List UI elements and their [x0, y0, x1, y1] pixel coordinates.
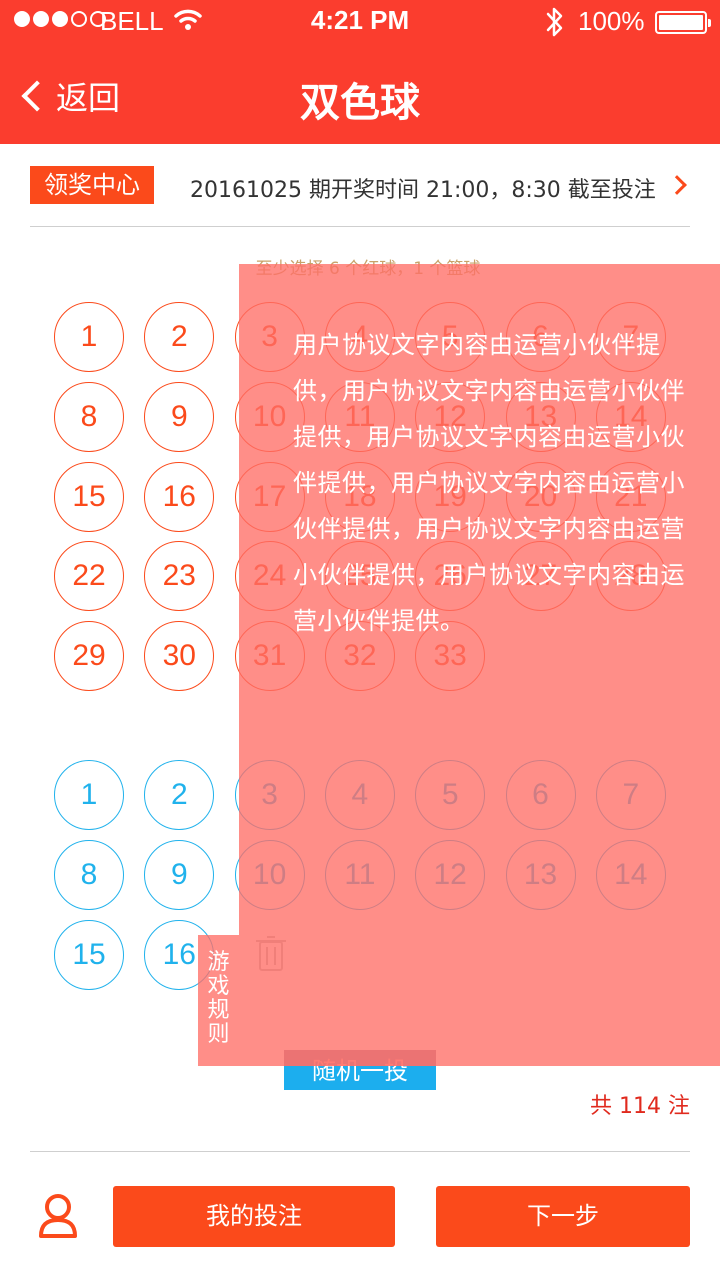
- rules-char: 戏: [207, 974, 230, 999]
- draw-info-text[interactable]: 20161025 期开奖时间 21:00，8:30 截至投注: [190, 172, 656, 204]
- red-ball[interactable]: 8: [54, 381, 124, 452]
- red-ball[interactable]: 30: [144, 621, 215, 691]
- status-bar: BELL 4:21 PM 100%: [0, 0, 720, 44]
- battery-percent: 100%: [578, 6, 645, 36]
- footer-divider: [30, 1151, 690, 1152]
- red-ball[interactable]: 22: [54, 541, 124, 612]
- red-ball[interactable]: 29: [54, 621, 124, 691]
- next-step-button[interactable]: 下一步: [436, 1186, 690, 1247]
- overlay-edge: [284, 1050, 436, 1066]
- blue-ball[interactable]: 2: [144, 760, 215, 830]
- red-ball[interactable]: 1: [54, 302, 124, 372]
- chevron-right-icon[interactable]: [667, 175, 687, 195]
- agreement-overlay[interactable]: 用户协议文字内容由运营小伙伴提供，用户协议文字内容由运营小伙伴提供，用户协议文字…: [239, 264, 720, 1066]
- my-bets-button[interactable]: 我的投注: [113, 1186, 395, 1247]
- blue-ball[interactable]: 9: [144, 839, 215, 910]
- page-title: 双色球: [300, 80, 420, 126]
- blue-ball[interactable]: 1: [54, 760, 124, 830]
- blue-ball[interactable]: 8: [54, 839, 124, 910]
- red-ball[interactable]: 15: [54, 461, 124, 532]
- blue-ball[interactable]: 15: [54, 919, 124, 990]
- agreement-text: 用户协议文字内容由运营小伙伴提供，用户协议文字内容由运营小伙伴提供，用户协议文字…: [293, 331, 685, 635]
- bet-count: 共 114 注: [590, 1094, 690, 1119]
- user-icon[interactable]: [38, 1194, 78, 1238]
- divider: [30, 226, 690, 227]
- red-ball[interactable]: 2: [144, 302, 215, 372]
- battery-icon: [655, 11, 711, 34]
- prize-center-button[interactable]: 领奖中心: [30, 166, 154, 204]
- red-ball[interactable]: 23: [144, 541, 215, 612]
- rules-char: 则: [207, 1022, 230, 1047]
- rules-char: 规: [207, 998, 230, 1023]
- game-rules-tab[interactable]: 游 戏 规 则: [198, 935, 239, 1066]
- red-ball[interactable]: 9: [144, 381, 215, 452]
- header: BELL 4:21 PM 100% 返回 双色球: [0, 0, 720, 144]
- bluetooth-icon: [546, 7, 563, 37]
- rules-char: 游: [207, 950, 230, 975]
- red-ball[interactable]: 16: [144, 461, 215, 532]
